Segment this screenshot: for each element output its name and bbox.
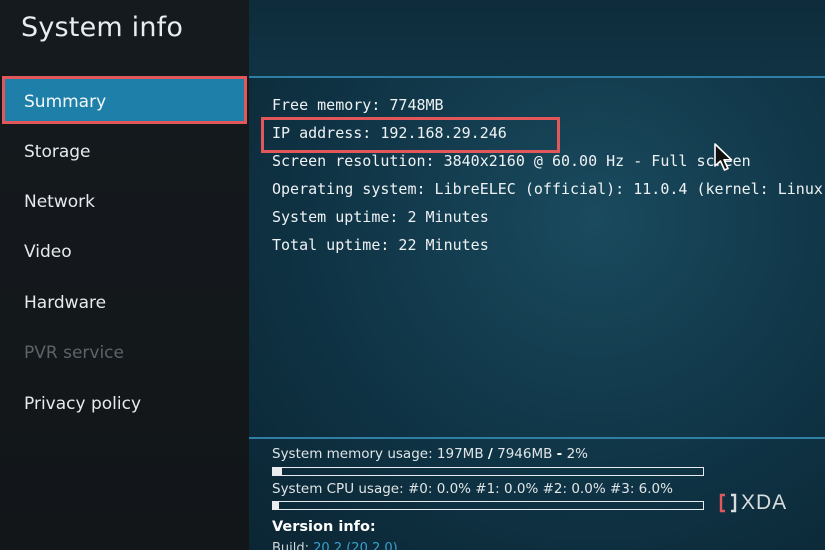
version-info-title: Version info: [272,519,376,535]
build-line: Build: 20.2 (20.2.0) [272,541,398,550]
sidebar-item-pvr-service: PVR service [24,343,124,363]
memory-usage-percent: 2% [562,446,588,462]
sidebar-item-hardware[interactable]: Hardware [0,278,249,328]
screen-resolution-line: Screen resolution: 3840x2160 @ 60.00 Hz … [272,152,751,170]
free-memory-line: Free memory: 7748MB [272,96,444,114]
sidebar-item-video[interactable]: Video [0,227,249,277]
sidebar-item-privacy-policy[interactable]: Privacy policy [0,379,249,429]
build-prefix: Build: [272,541,314,550]
cpu-usage-label: System CPU usage: #0: 0.0% #1: 0.0% #2: … [272,481,673,497]
memory-usage-bar [272,467,704,476]
page-title: System info [21,12,184,43]
sidebar-item-network[interactable]: Network [0,177,249,227]
memory-usage-label: System memory usage: 197MB / 7946MB - 2% [272,446,588,462]
summary-panel: Free memory: 7748MB IP address: 192.168.… [249,0,825,550]
cpu-usage-bar [272,501,704,510]
cpu-usage-bar-fill [273,502,280,509]
memory-usage-bar-fill [273,468,282,475]
header-strip [249,0,825,76]
kodi-window: System info Summary Storage Network Vide… [0,0,825,550]
footer-divider [249,437,825,439]
build-value: 20.2 (20.2.0) [313,541,398,550]
xda-watermark: XDA [719,491,787,515]
sidebar-item-storage[interactable]: Storage [0,127,249,177]
memory-usage-total: 7946MB [492,446,557,462]
xda-logo-icon [719,493,737,513]
memory-usage-prefix: System memory usage: 197MB [272,446,488,462]
total-uptime-line: Total uptime: 22 Minutes [272,236,489,254]
header-divider [249,76,825,78]
watermark-text: XDA [741,491,788,514]
operating-system-line: Operating system: LibreELEC (official): … [272,180,823,198]
system-uptime-line: System uptime: 2 Minutes [272,208,489,226]
ip-address-highlight-box [261,117,560,153]
sidebar: System info Summary Storage Network Vide… [0,0,249,550]
sidebar-item-summary[interactable]: Summary [2,76,247,124]
mouse-pointer-icon [714,143,733,171]
